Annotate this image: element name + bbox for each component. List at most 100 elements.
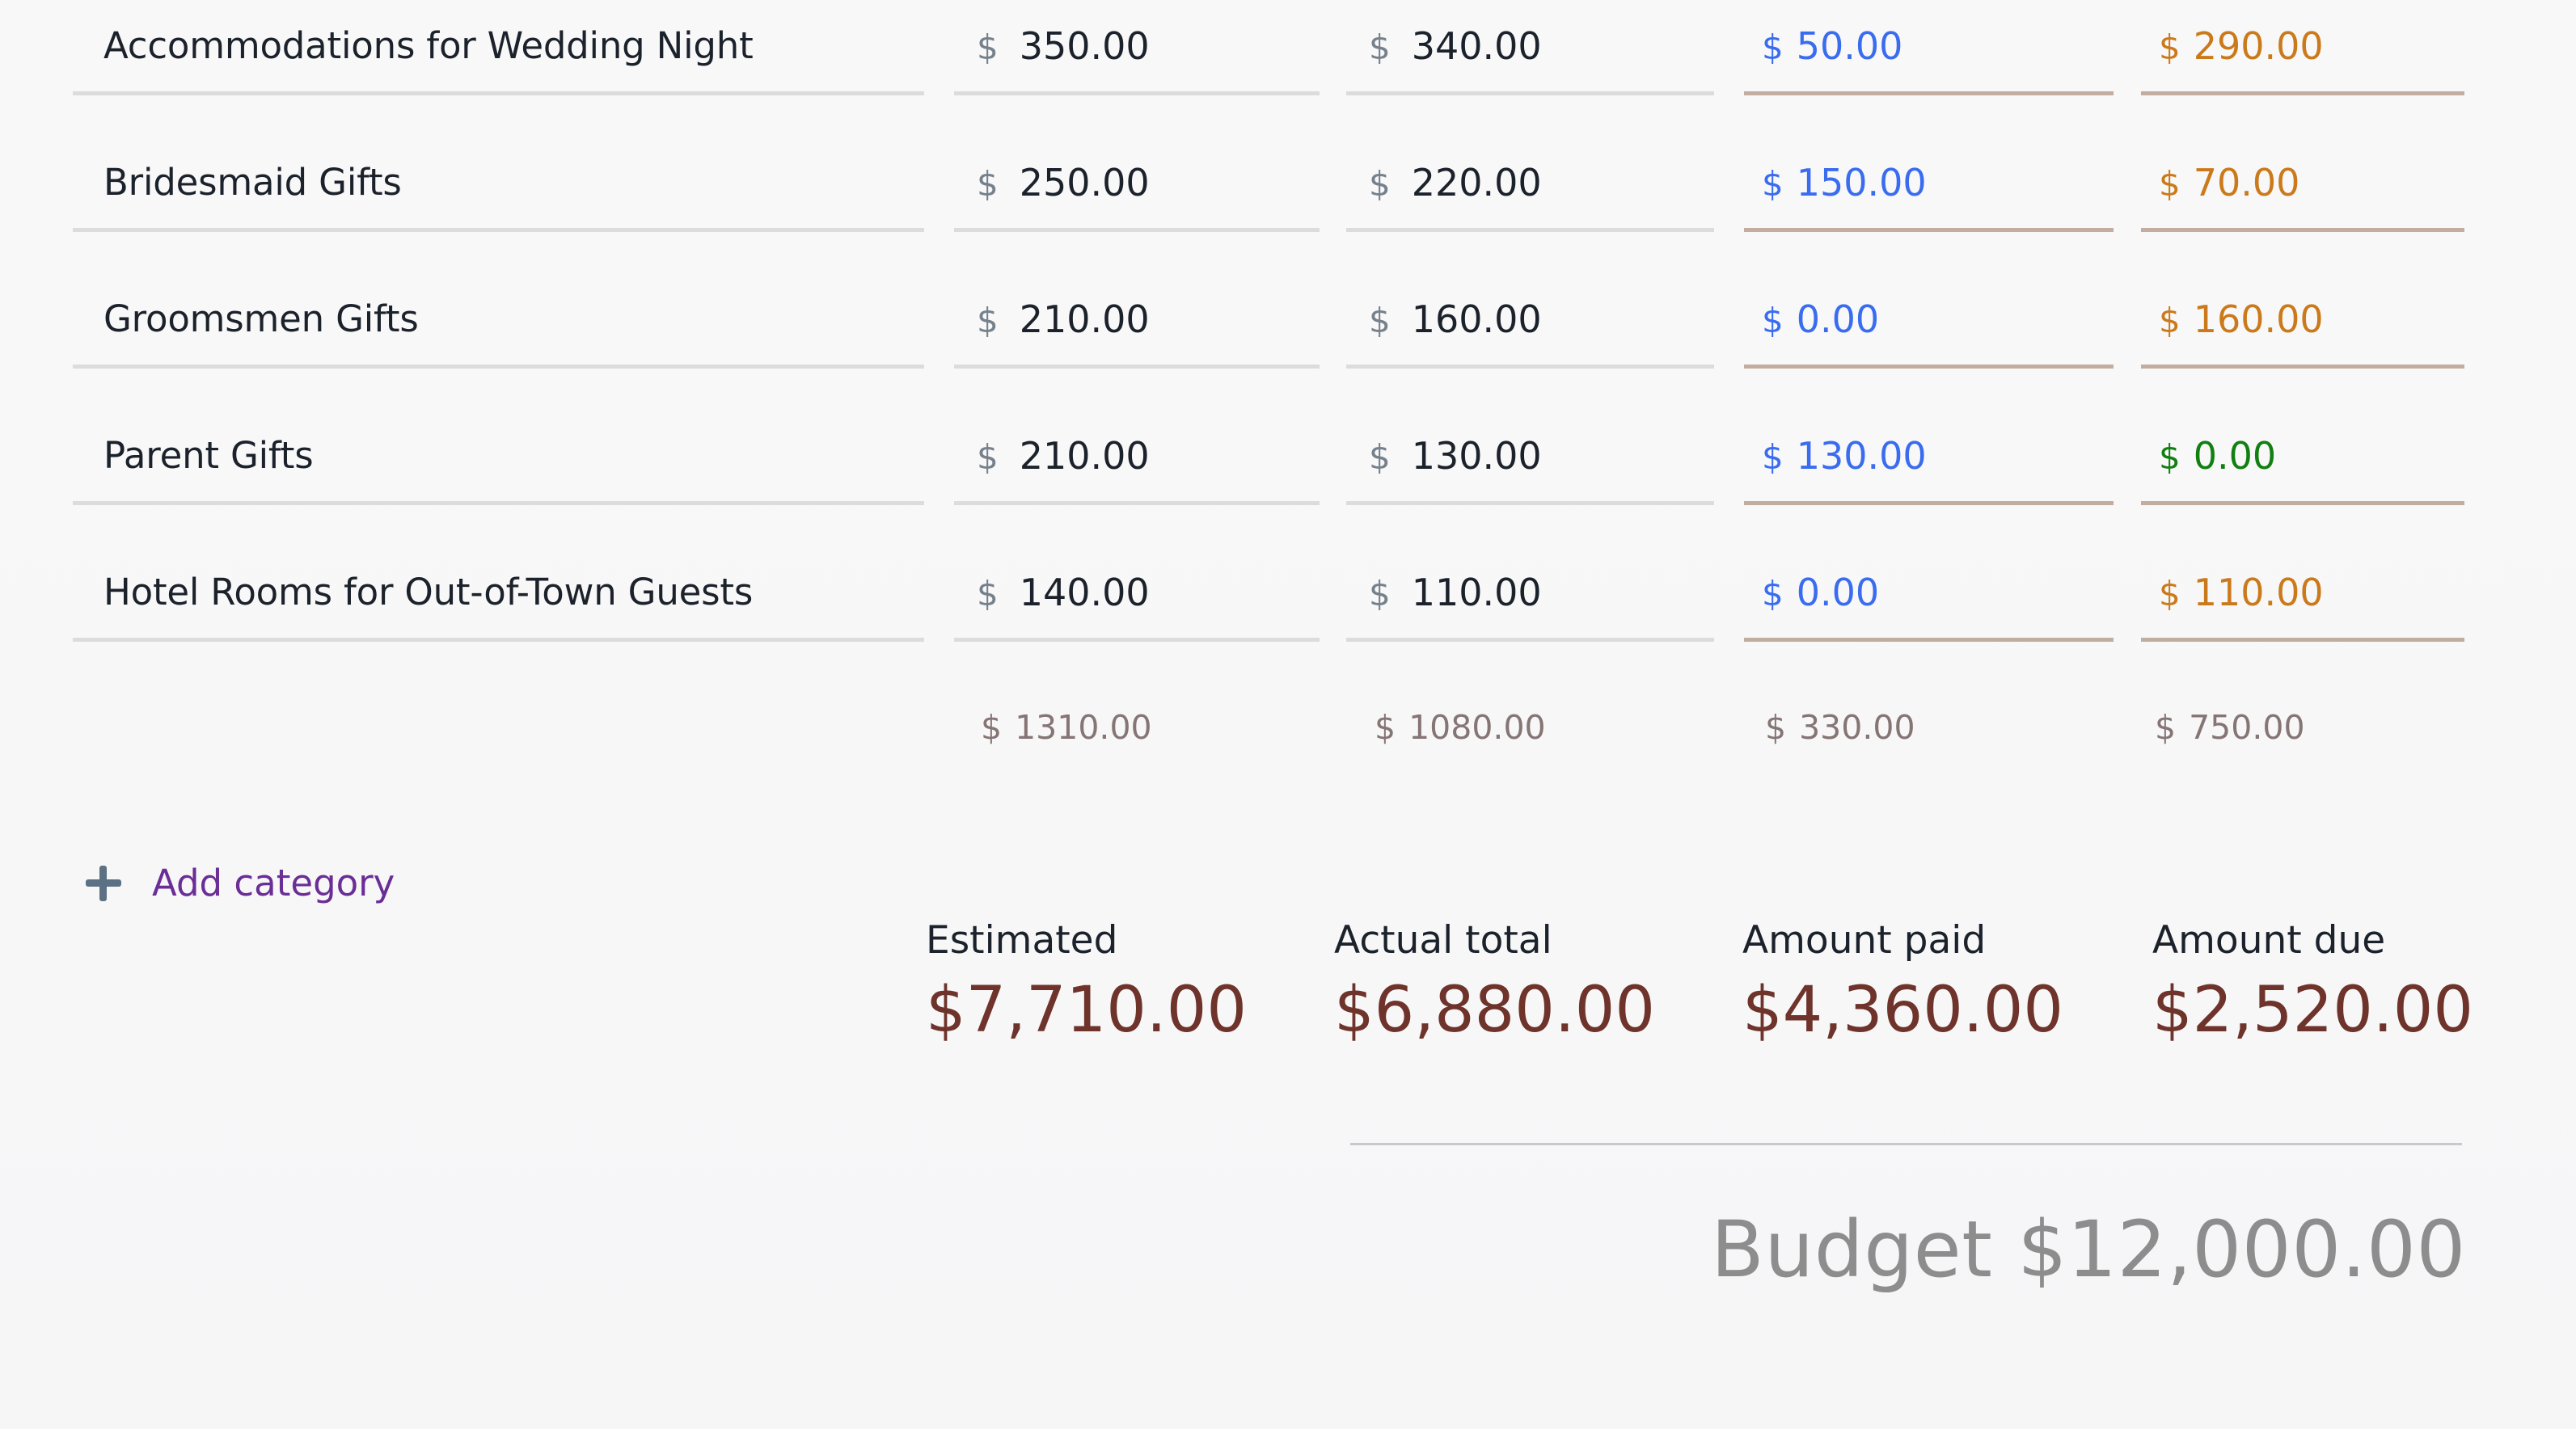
- amount-due-field[interactable]: $70.00: [2141, 137, 2464, 232]
- add-category-button[interactable]: Add category: [86, 862, 395, 904]
- category-name-value: Accommodations for Wedding Night: [103, 24, 754, 67]
- subtotal-paid-value: 330.00: [1799, 708, 1915, 747]
- actual-amount: $340.00: [1346, 24, 1542, 68]
- currency-symbol-icon: $: [2155, 708, 2177, 747]
- estimated-amount-field[interactable]: $210.00: [954, 410, 1320, 505]
- amount-paid-value: 130.00: [1796, 433, 1927, 478]
- subtotal-estimated: $1310.00: [981, 708, 1152, 747]
- summary-amount-paid: Amount paid $4,360.00: [1742, 921, 2063, 1042]
- category-name-value: Groomsmen Gifts: [103, 297, 419, 340]
- summary-actual-value: $6,880.00: [1334, 974, 1655, 1047]
- amount-paid-value: 0.00: [1796, 570, 1880, 614]
- amount-paid-value: 50.00: [1796, 23, 1903, 68]
- actual-amount: $130.00: [1346, 434, 1542, 478]
- currency-symbol-icon: $: [1369, 436, 1391, 477]
- budget-divider: [1350, 1143, 2462, 1145]
- amount-due: $160.00: [2141, 297, 2324, 341]
- estimated-amount-value: 350.00: [1019, 23, 1150, 68]
- actual-amount-value: 160.00: [1411, 297, 1542, 341]
- actual-amount-field[interactable]: $220.00: [1346, 137, 1714, 232]
- amount-due-field[interactable]: $0.00: [2141, 410, 2464, 505]
- actual-amount-value: 340.00: [1411, 23, 1542, 68]
- currency-symbol-icon: $: [977, 27, 999, 67]
- currency-symbol-icon: $: [1765, 708, 1787, 747]
- estimated-amount-field[interactable]: $140.00: [954, 546, 1320, 642]
- currency-symbol-icon: $: [1762, 573, 1784, 613]
- summary-paid-value: $4,360.00: [1742, 974, 2063, 1047]
- amount-due-field[interactable]: $290.00: [2141, 0, 2464, 95]
- amount-due-value: 0.00: [2193, 433, 2277, 478]
- amount-due-value: 110.00: [2193, 570, 2324, 614]
- subtotal-estimated-value: 1310.00: [1015, 708, 1152, 747]
- amount-paid-field[interactable]: $0.00: [1744, 546, 2114, 642]
- budget-total: Budget $12,000.00: [1711, 1204, 2466, 1295]
- actual-amount: $110.00: [1346, 571, 1542, 614]
- subtotal-actual: $1080.00: [1375, 708, 1546, 747]
- estimated-amount-field[interactable]: $210.00: [954, 273, 1320, 369]
- amount-paid-field[interactable]: $0.00: [1744, 273, 2114, 369]
- category-name-field[interactable]: Bridesmaid Gifts: [73, 137, 924, 232]
- amount-paid-field[interactable]: $130.00: [1744, 410, 2114, 505]
- currency-symbol-icon: $: [977, 573, 999, 613]
- category-name-field[interactable]: Hotel Rooms for Out-of-Town Guests: [73, 546, 924, 642]
- subtotal-actual-value: 1080.00: [1408, 708, 1546, 747]
- currency-symbol-icon: $: [1762, 27, 1784, 67]
- amount-due-field[interactable]: $110.00: [2141, 546, 2464, 642]
- amount-paid: $0.00: [1744, 571, 1879, 614]
- currency-symbol-icon: $: [977, 436, 999, 477]
- category-name-value: Parent Gifts: [103, 434, 314, 477]
- summary-due-label: Amount due: [2152, 918, 2386, 963]
- actual-amount-value: 220.00: [1411, 160, 1542, 204]
- amount-due: $110.00: [2141, 571, 2324, 614]
- estimated-amount-value: 210.00: [1019, 433, 1150, 478]
- currency-symbol-icon: $: [981, 708, 1003, 747]
- table-row: Parent Gifts $210.00 $130.00 $130.00 $0.00: [0, 410, 2576, 546]
- currency-symbol-icon: $: [977, 163, 999, 204]
- subtotal-row: $1310.00 $1080.00 $330.00 $750.00: [0, 708, 2576, 781]
- currency-symbol-icon: $: [2159, 300, 2181, 340]
- amount-due-value: 160.00: [2193, 297, 2324, 341]
- amount-due: $290.00: [2141, 24, 2324, 68]
- estimated-amount-field[interactable]: $350.00: [954, 0, 1320, 95]
- amount-paid: $130.00: [1744, 434, 1927, 478]
- amount-paid-value: 0.00: [1796, 297, 1880, 341]
- currency-symbol-icon: $: [1369, 27, 1391, 67]
- summary-totals: Estimated $7,710.00 Actual total $6,880.…: [0, 921, 2576, 1083]
- category-name-field[interactable]: Accommodations for Wedding Night: [73, 0, 924, 95]
- actual-amount-field[interactable]: $340.00: [1346, 0, 1714, 95]
- add-category-label: Add category: [152, 862, 395, 904]
- actual-amount-field[interactable]: $110.00: [1346, 546, 1714, 642]
- estimated-amount-field[interactable]: $250.00: [954, 137, 1320, 232]
- amount-due: $70.00: [2141, 161, 2299, 204]
- amount-paid: $50.00: [1744, 24, 1902, 68]
- summary-paid-label: Amount paid: [1742, 918, 1987, 963]
- actual-amount-field[interactable]: $130.00: [1346, 410, 1714, 505]
- summary-estimated-label: Estimated: [926, 918, 1118, 963]
- amount-due: $0.00: [2141, 434, 2276, 478]
- currency-symbol-icon: $: [1762, 436, 1784, 477]
- summary-due-value: $2,520.00: [2152, 974, 2473, 1047]
- summary-actual-label: Actual total: [1334, 918, 1552, 963]
- subtotal-paid: $330.00: [1765, 708, 1915, 747]
- amount-due-field[interactable]: $160.00: [2141, 273, 2464, 369]
- currency-symbol-icon: $: [2159, 163, 2181, 204]
- summary-estimated-value: $7,710.00: [926, 974, 1247, 1047]
- amount-paid-value: 150.00: [1796, 160, 1927, 204]
- estimated-amount: $350.00: [954, 24, 1150, 68]
- category-name-field[interactable]: Groomsmen Gifts: [73, 273, 924, 369]
- amount-paid-field[interactable]: $150.00: [1744, 137, 2114, 232]
- category-name-value: Hotel Rooms for Out-of-Town Guests: [103, 571, 754, 613]
- actual-amount-field[interactable]: $160.00: [1346, 273, 1714, 369]
- estimated-amount: $250.00: [954, 161, 1150, 204]
- amount-paid-field[interactable]: $50.00: [1744, 0, 2114, 95]
- plus-icon: [86, 865, 121, 901]
- amount-paid: $0.00: [1744, 297, 1879, 341]
- currency-symbol-icon: $: [1369, 300, 1391, 340]
- category-name-field[interactable]: Parent Gifts: [73, 410, 924, 505]
- currency-symbol-icon: $: [1369, 163, 1391, 204]
- estimated-amount: $210.00: [954, 434, 1150, 478]
- actual-amount: $160.00: [1346, 297, 1542, 341]
- summary-amount-due: Amount due $2,520.00: [2152, 921, 2473, 1042]
- actual-amount-value: 110.00: [1411, 570, 1542, 614]
- actual-amount-value: 130.00: [1411, 433, 1542, 478]
